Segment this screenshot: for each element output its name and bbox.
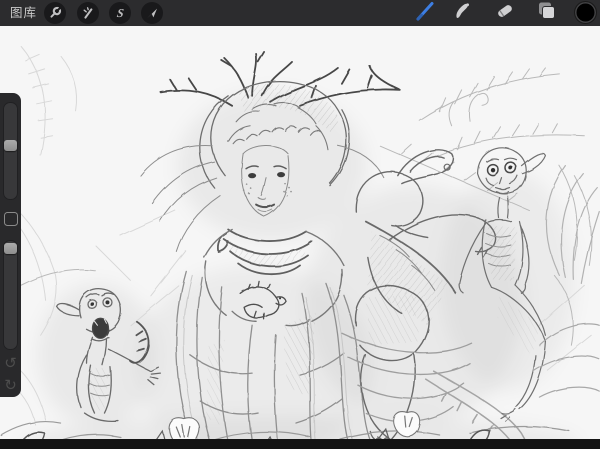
selection-button[interactable]: S <box>109 2 131 24</box>
top-toolbar: 图库 <box>0 0 600 26</box>
eraser-icon <box>493 0 517 28</box>
smudge-tool-button[interactable] <box>450 1 476 25</box>
brush-icon <box>412 0 438 28</box>
arrow-cursor-icon <box>144 5 160 21</box>
color-swatch[interactable] <box>575 2 596 23</box>
actions-button[interactable] <box>44 2 66 24</box>
gallery-button[interactable]: 图库 <box>10 0 37 26</box>
magic-wand-icon <box>80 5 96 21</box>
erase-tool-button[interactable] <box>492 1 518 25</box>
wrench-icon <box>47 5 63 21</box>
modify-button[interactable] <box>4 212 18 226</box>
redo-button[interactable]: ↻ <box>0 377 21 395</box>
layers-icon <box>535 0 559 28</box>
canvas-artwork[interactable] <box>0 26 600 439</box>
brush-size-slider[interactable] <box>3 102 18 200</box>
brush-size-handle[interactable] <box>4 140 17 151</box>
paint-tool-button[interactable] <box>412 1 438 25</box>
undo-button[interactable]: ↺ <box>0 355 21 373</box>
smudge-finger-icon <box>451 0 475 28</box>
app-background-strip <box>0 439 600 449</box>
adjustments-button[interactable] <box>77 2 99 24</box>
layers-button[interactable] <box>534 1 560 25</box>
transform-button[interactable] <box>141 2 163 24</box>
selection-s-glyph: S <box>116 6 125 21</box>
canvas[interactable] <box>0 26 600 439</box>
brush-sidebar: ↺ ↻ <box>0 93 21 397</box>
opacity-slider[interactable] <box>3 240 18 350</box>
procreate-app: 图库 <box>0 0 600 449</box>
opacity-handle[interactable] <box>4 243 17 254</box>
